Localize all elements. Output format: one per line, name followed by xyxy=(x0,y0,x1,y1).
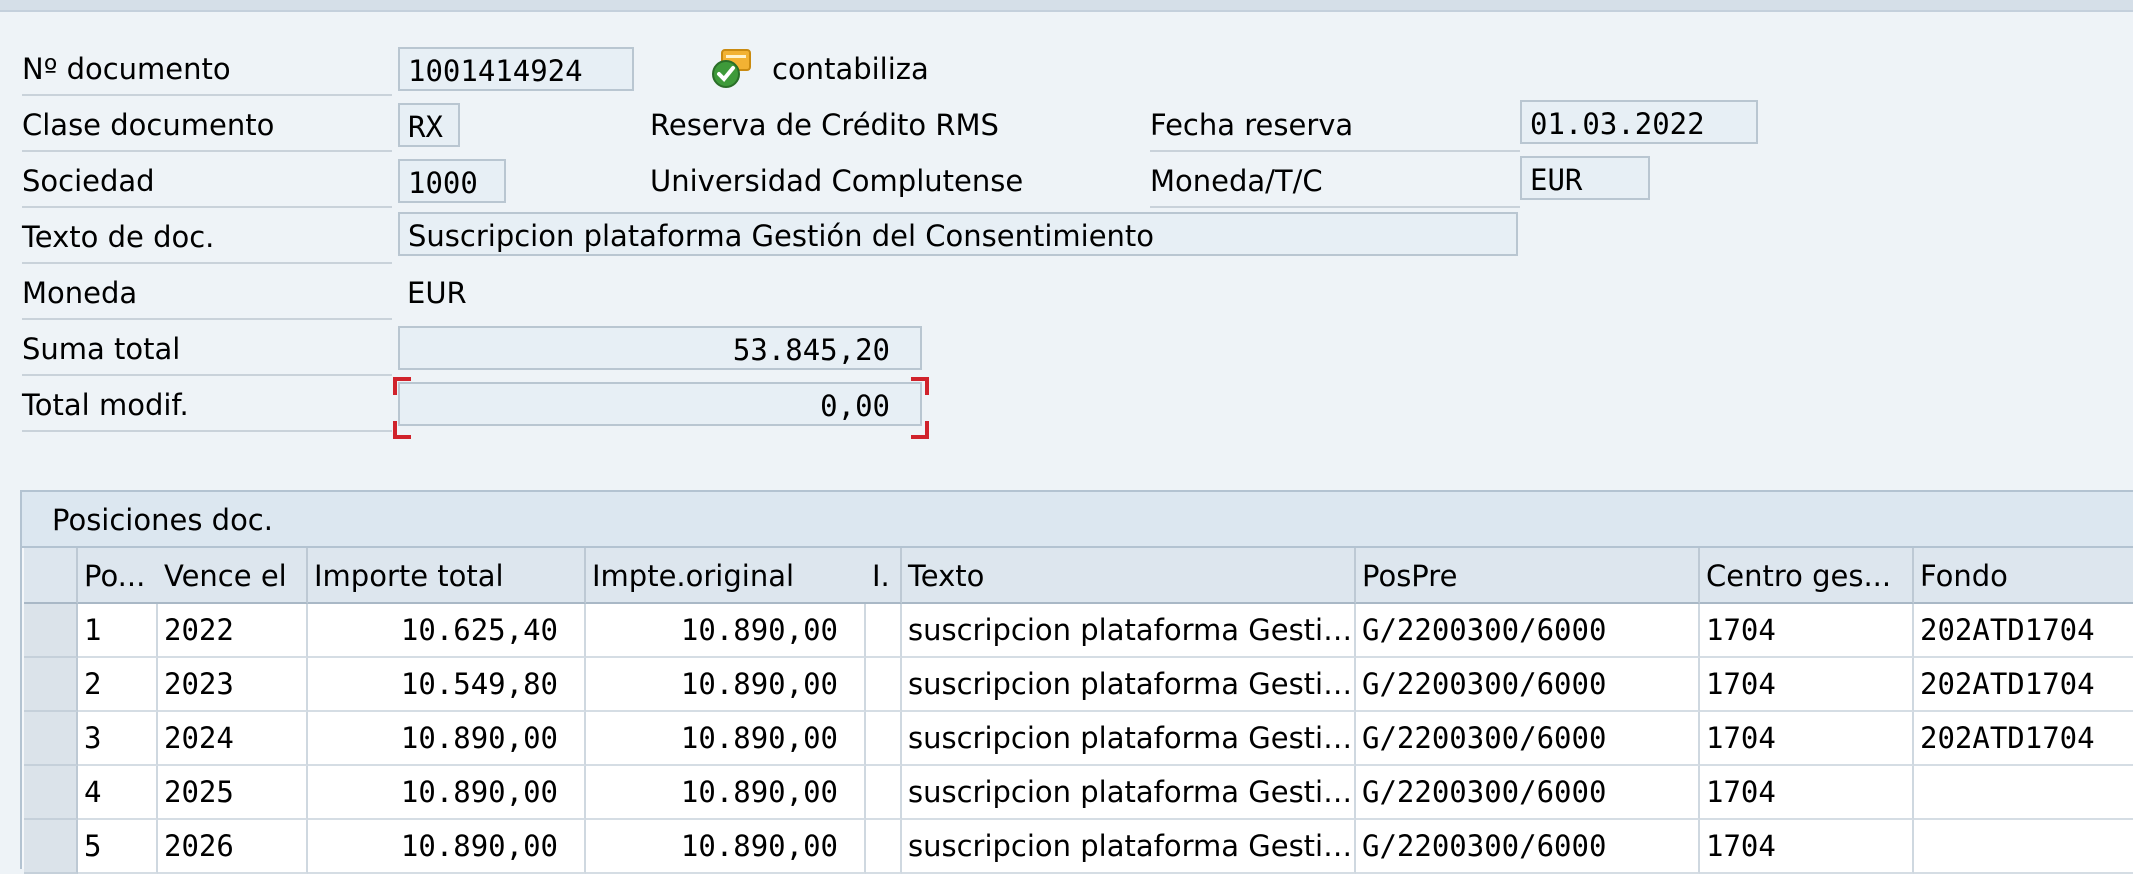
cell-budget-pos[interactable]: G/2200300/6000 xyxy=(1356,712,1700,766)
col-header-due[interactable]: Vence el xyxy=(158,548,308,604)
row-selector[interactable] xyxy=(24,820,78,874)
cell-center[interactable]: 1704 xyxy=(1700,766,1914,820)
cell-total[interactable]: 10.625,40 xyxy=(308,604,586,658)
post-document-icon[interactable] xyxy=(710,46,754,90)
col-header-center[interactable]: Centro ges... xyxy=(1700,548,1914,604)
cell-text[interactable]: suscripcion plataforma Gesti… xyxy=(902,820,1356,874)
cell-fund[interactable] xyxy=(1914,820,2133,874)
currency-rate-field[interactable]: EUR xyxy=(1520,156,1650,200)
cell-indicator[interactable] xyxy=(866,658,902,712)
cell-position[interactable]: 2 xyxy=(78,658,158,712)
cell-budget-pos[interactable]: G/2200300/6000 xyxy=(1356,766,1700,820)
focus-corner-tr xyxy=(911,377,929,395)
cell-fund[interactable]: 202ATD1704 xyxy=(1914,604,2133,658)
cell-due[interactable]: 2023 xyxy=(158,658,308,712)
cell-total[interactable]: 10.890,00 xyxy=(308,820,586,874)
select-all-header[interactable] xyxy=(24,548,78,604)
cell-position[interactable]: 4 xyxy=(78,766,158,820)
row-selector[interactable] xyxy=(24,766,78,820)
cell-indicator[interactable] xyxy=(866,820,902,874)
company-label: Sociedad xyxy=(22,156,392,208)
cell-budget-pos[interactable]: G/2200300/6000 xyxy=(1356,604,1700,658)
reservation-date-label: Fecha reserva xyxy=(1150,100,1520,152)
cell-text[interactable]: suscripcion plataforma Gesti… xyxy=(902,712,1356,766)
total-modified-label: Total modif. xyxy=(22,380,392,432)
cell-position[interactable]: 1 xyxy=(78,604,158,658)
cell-due[interactable]: 2024 xyxy=(158,712,308,766)
doc-number-label: Nº documento xyxy=(22,44,392,96)
cell-fund[interactable]: 202ATD1704 xyxy=(1914,658,2133,712)
col-header-budget-pos[interactable]: PosPre xyxy=(1356,548,1700,604)
doc-text-field[interactable]: Suscripcion plataforma Gestión del Conse… xyxy=(398,212,1518,256)
focus-corner-br xyxy=(911,421,929,439)
focus-corner-bl xyxy=(393,421,411,439)
cell-total[interactable]: 10.890,00 xyxy=(308,766,586,820)
cell-center[interactable]: 1704 xyxy=(1700,820,1914,874)
cell-original[interactable]: 10.890,00 xyxy=(586,766,866,820)
cell-original[interactable]: 10.890,00 xyxy=(586,658,866,712)
col-header-indicator[interactable]: I. xyxy=(866,548,902,604)
col-header-original[interactable]: Impte.original xyxy=(586,548,886,604)
doc-class-description: Reserva de Crédito RMS xyxy=(650,108,999,142)
cell-original[interactable]: 10.890,00 xyxy=(586,820,866,874)
cell-indicator[interactable] xyxy=(866,712,902,766)
cell-center[interactable]: 1704 xyxy=(1700,604,1914,658)
cell-position[interactable]: 3 xyxy=(78,712,158,766)
col-header-fund[interactable]: Fondo xyxy=(1914,548,2133,604)
col-header-text[interactable]: Texto xyxy=(902,548,1356,604)
row-selector[interactable] xyxy=(24,712,78,766)
currency-value: EUR xyxy=(407,276,467,310)
total-label: Suma total xyxy=(22,324,392,376)
cell-due[interactable]: 2022 xyxy=(158,604,308,658)
top-toolbar-edge xyxy=(0,0,2133,12)
doc-class-label: Clase documento xyxy=(22,100,392,152)
row-selector[interactable] xyxy=(24,658,78,712)
reservation-date-field[interactable]: 01.03.2022 xyxy=(1520,100,1758,144)
cell-text[interactable]: suscripcion plataforma Gesti… xyxy=(902,658,1356,712)
cell-due[interactable]: 2026 xyxy=(158,820,308,874)
cell-total[interactable]: 10.549,80 xyxy=(308,658,586,712)
currency-rate-label: Moneda/T/C xyxy=(1150,156,1520,208)
post-action-label[interactable]: contabiliza xyxy=(772,44,929,94)
company-field[interactable]: 1000 xyxy=(398,159,506,203)
currency-label: Moneda xyxy=(22,268,392,320)
cell-total[interactable]: 10.890,00 xyxy=(308,712,586,766)
doc-text-label: Texto de doc. xyxy=(22,212,392,264)
cell-fund[interactable]: 202ATD1704 xyxy=(1914,712,2133,766)
company-description: Universidad Complutense xyxy=(650,164,1024,198)
cell-indicator[interactable] xyxy=(866,604,902,658)
row-selector[interactable] xyxy=(24,604,78,658)
positions-title: Posiciones doc. xyxy=(22,492,2133,548)
focus-corner-tl xyxy=(393,377,411,395)
cell-budget-pos[interactable]: G/2200300/6000 xyxy=(1356,820,1700,874)
positions-panel: Posiciones doc. Po... Vence el Importe t… xyxy=(20,490,2133,874)
cell-indicator[interactable] xyxy=(866,766,902,820)
total-field: 53.845,20 xyxy=(398,326,922,370)
cell-center[interactable]: 1704 xyxy=(1700,658,1914,712)
total-modified-field[interactable]: 0,00 xyxy=(398,382,922,426)
cell-fund[interactable] xyxy=(1914,766,2133,820)
cell-budget-pos[interactable]: G/2200300/6000 xyxy=(1356,658,1700,712)
cell-position[interactable]: 5 xyxy=(78,820,158,874)
cell-text[interactable]: suscripcion plataforma Gesti… xyxy=(902,604,1356,658)
doc-class-field[interactable]: RX xyxy=(398,103,460,147)
col-header-total[interactable]: Importe total xyxy=(308,548,586,604)
cell-original[interactable]: 10.890,00 xyxy=(586,712,866,766)
cell-original[interactable]: 10.890,00 xyxy=(586,604,866,658)
cell-due[interactable]: 2025 xyxy=(158,766,308,820)
cell-center[interactable]: 1704 xyxy=(1700,712,1914,766)
doc-number-field[interactable]: 1001414924 xyxy=(398,47,634,91)
cell-text[interactable]: suscripcion plataforma Gesti… xyxy=(902,766,1356,820)
